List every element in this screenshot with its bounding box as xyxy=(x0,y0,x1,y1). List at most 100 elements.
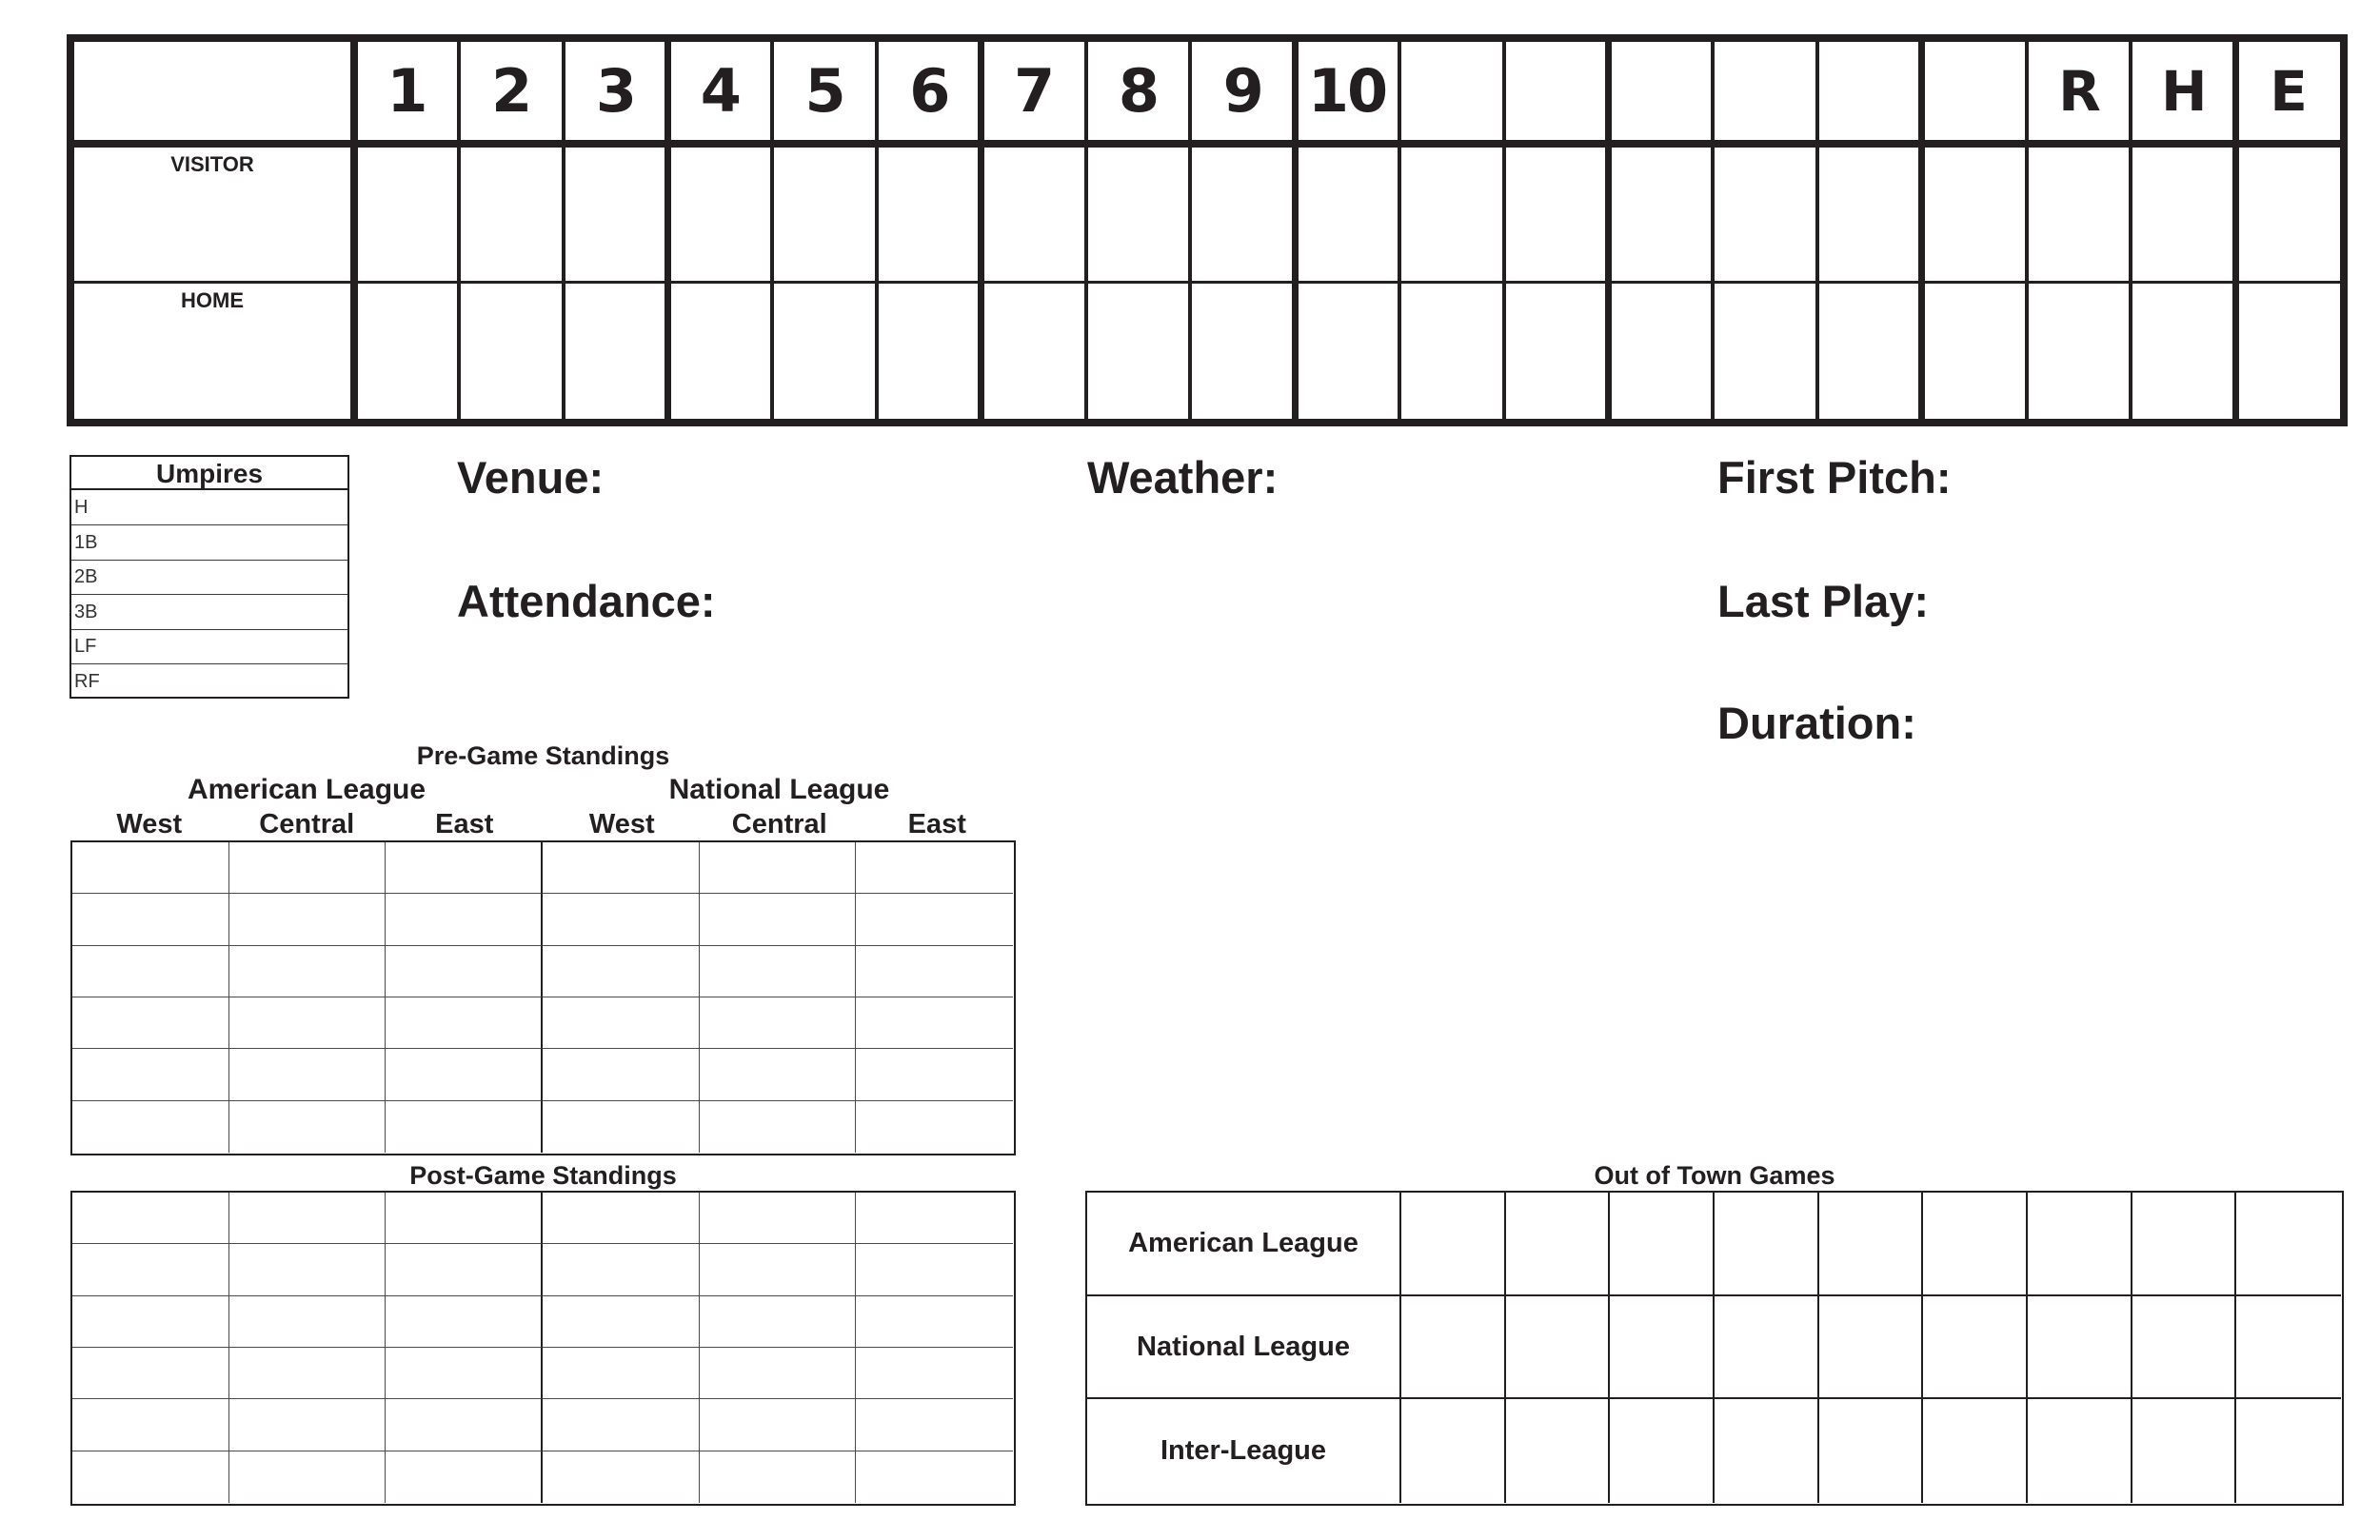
pre-standings-cell[interactable] xyxy=(856,1101,1013,1153)
post-standings-cell[interactable] xyxy=(543,1348,700,1400)
pre-standings-cell[interactable] xyxy=(543,894,700,946)
home-inning-13-cell[interactable] xyxy=(1613,284,1710,419)
visitor-inning-5-cell[interactable] xyxy=(776,148,873,281)
umpire-row-2b[interactable]: 2B xyxy=(71,560,347,595)
visitor-inning-2-cell[interactable] xyxy=(463,148,560,281)
out-of-town-score-cell[interactable] xyxy=(2028,1193,2132,1296)
home-inning-7-cell[interactable] xyxy=(985,284,1082,419)
out-of-town-score-cell[interactable] xyxy=(1505,1193,1611,1296)
pre-standings-cell[interactable] xyxy=(72,842,229,895)
post-standings-cell[interactable] xyxy=(856,1348,1013,1400)
out-of-town-score-cell[interactable] xyxy=(1401,1193,1506,1296)
out-of-town-score-cell[interactable] xyxy=(1506,1399,1611,1503)
out-of-town-score-cell[interactable] xyxy=(2236,1399,2341,1503)
umpire-row-lf[interactable]: LF xyxy=(71,629,347,664)
visitor-h-total-cell[interactable] xyxy=(2134,148,2231,281)
post-standings-cell[interactable] xyxy=(72,1451,229,1503)
post-standings-cell[interactable] xyxy=(228,1399,387,1451)
out-of-town-score-cell[interactable] xyxy=(1610,1399,1715,1503)
pre-standings-cell[interactable] xyxy=(543,842,700,895)
post-standings-cell[interactable] xyxy=(72,1244,229,1296)
post-standings-cell[interactable] xyxy=(543,1399,700,1451)
post-standings-cell[interactable] xyxy=(699,1295,857,1348)
visitor-inning-11-cell[interactable] xyxy=(1403,148,1500,281)
post-standings-cell[interactable] xyxy=(72,1348,229,1400)
post-standings-cell[interactable] xyxy=(700,1451,857,1503)
post-standings-cell[interactable] xyxy=(856,1296,1013,1348)
pre-standings-cell[interactable] xyxy=(72,997,229,1050)
pre-standings-cell[interactable] xyxy=(699,842,857,895)
post-standings-cell[interactable] xyxy=(699,1244,857,1296)
post-standings-cell[interactable] xyxy=(229,1451,387,1503)
post-standings-cell[interactable] xyxy=(699,1348,857,1400)
post-standings-cell[interactable] xyxy=(699,1193,857,1245)
pre-standings-cell[interactable] xyxy=(699,945,857,997)
pre-standings-cell[interactable] xyxy=(699,894,857,946)
out-of-town-score-cell[interactable] xyxy=(1715,1295,1819,1400)
pre-standings-cell[interactable] xyxy=(856,1049,1013,1101)
visitor-inning-7-cell[interactable] xyxy=(985,148,1082,281)
pre-standings-cell[interactable] xyxy=(856,997,1013,1050)
home-inning-2-cell[interactable] xyxy=(463,284,560,419)
home-inning-6-cell[interactable] xyxy=(881,284,978,419)
post-standings-cell[interactable] xyxy=(386,1348,543,1400)
pre-standings-cell[interactable] xyxy=(543,1100,700,1153)
post-standings-cell[interactable] xyxy=(228,1244,387,1296)
post-standings-cell[interactable] xyxy=(699,1399,857,1451)
pre-standings-cell[interactable] xyxy=(543,1049,700,1101)
post-standings-cell[interactable] xyxy=(228,1193,387,1245)
pre-standings-cell[interactable] xyxy=(386,1100,543,1153)
out-of-town-score-cell[interactable] xyxy=(2132,1399,2237,1503)
out-of-town-score-cell[interactable] xyxy=(1923,1295,2028,1400)
visitor-inning-10-cell[interactable] xyxy=(1299,148,1396,281)
out-of-town-score-cell[interactable] xyxy=(2028,1295,2132,1400)
pre-standings-cell[interactable] xyxy=(228,997,387,1050)
post-standings-cell[interactable] xyxy=(72,1399,229,1451)
post-standings-cell[interactable] xyxy=(228,1295,387,1348)
home-inning-4-cell[interactable] xyxy=(671,284,768,419)
out-of-town-score-cell[interactable] xyxy=(1505,1295,1611,1400)
pre-standings-cell[interactable] xyxy=(72,894,229,946)
out-of-town-score-cell[interactable] xyxy=(1819,1399,1924,1503)
post-standings-cell[interactable] xyxy=(856,1399,1013,1451)
post-standings-cell[interactable] xyxy=(386,1244,543,1296)
visitor-inning-6-cell[interactable] xyxy=(881,148,978,281)
pre-standings-cell[interactable] xyxy=(228,945,387,997)
out-of-town-score-cell[interactable] xyxy=(1818,1193,1924,1296)
out-of-town-score-cell[interactable] xyxy=(1818,1295,1924,1400)
out-of-town-score-cell[interactable] xyxy=(2028,1399,2132,1503)
visitor-e-total-cell[interactable] xyxy=(2239,148,2336,281)
visitor-inning-8-cell[interactable] xyxy=(1090,148,1187,281)
visitor-inning-15-cell[interactable] xyxy=(1821,148,1918,281)
pre-standings-cell[interactable] xyxy=(386,842,543,895)
pre-standings-cell[interactable] xyxy=(543,997,700,1050)
home-inning-11-cell[interactable] xyxy=(1403,284,1500,419)
post-standings-cell[interactable] xyxy=(386,1193,543,1245)
pre-standings-cell[interactable] xyxy=(699,1049,857,1101)
visitor-inning-3-cell[interactable] xyxy=(567,148,664,281)
post-standings-cell[interactable] xyxy=(543,1295,700,1348)
home-r-total-cell[interactable] xyxy=(2031,284,2128,419)
out-of-town-score-cell[interactable] xyxy=(2132,1295,2237,1400)
home-e-total-cell[interactable] xyxy=(2239,284,2336,419)
out-of-town-score-cell[interactable] xyxy=(2236,1296,2341,1400)
umpire-row-1b[interactable]: 1B xyxy=(71,525,347,561)
post-standings-cell[interactable] xyxy=(72,1295,229,1348)
post-standings-cell[interactable] xyxy=(386,1399,543,1451)
umpire-row-3b[interactable]: 3B xyxy=(71,595,347,630)
pre-standings-cell[interactable] xyxy=(856,894,1013,946)
home-inning-16-cell[interactable] xyxy=(1926,284,2023,419)
out-of-town-score-cell[interactable] xyxy=(1923,1399,2028,1503)
out-of-town-score-cell[interactable] xyxy=(1715,1193,1819,1296)
post-standings-cell[interactable] xyxy=(856,1193,1013,1245)
out-of-town-score-cell[interactable] xyxy=(1401,1295,1506,1400)
out-of-town-score-cell[interactable] xyxy=(1923,1193,2028,1296)
out-of-town-score-cell[interactable] xyxy=(1715,1399,1819,1503)
home-inning-9-cell[interactable] xyxy=(1194,284,1291,419)
visitor-inning-14-cell[interactable] xyxy=(1716,148,1814,281)
visitor-inning-4-cell[interactable] xyxy=(671,148,768,281)
pre-standings-cell[interactable] xyxy=(856,946,1013,997)
visitor-inning-1-cell[interactable] xyxy=(358,148,455,281)
pre-standings-cell[interactable] xyxy=(386,945,543,997)
visitor-r-total-cell[interactable] xyxy=(2031,148,2128,281)
